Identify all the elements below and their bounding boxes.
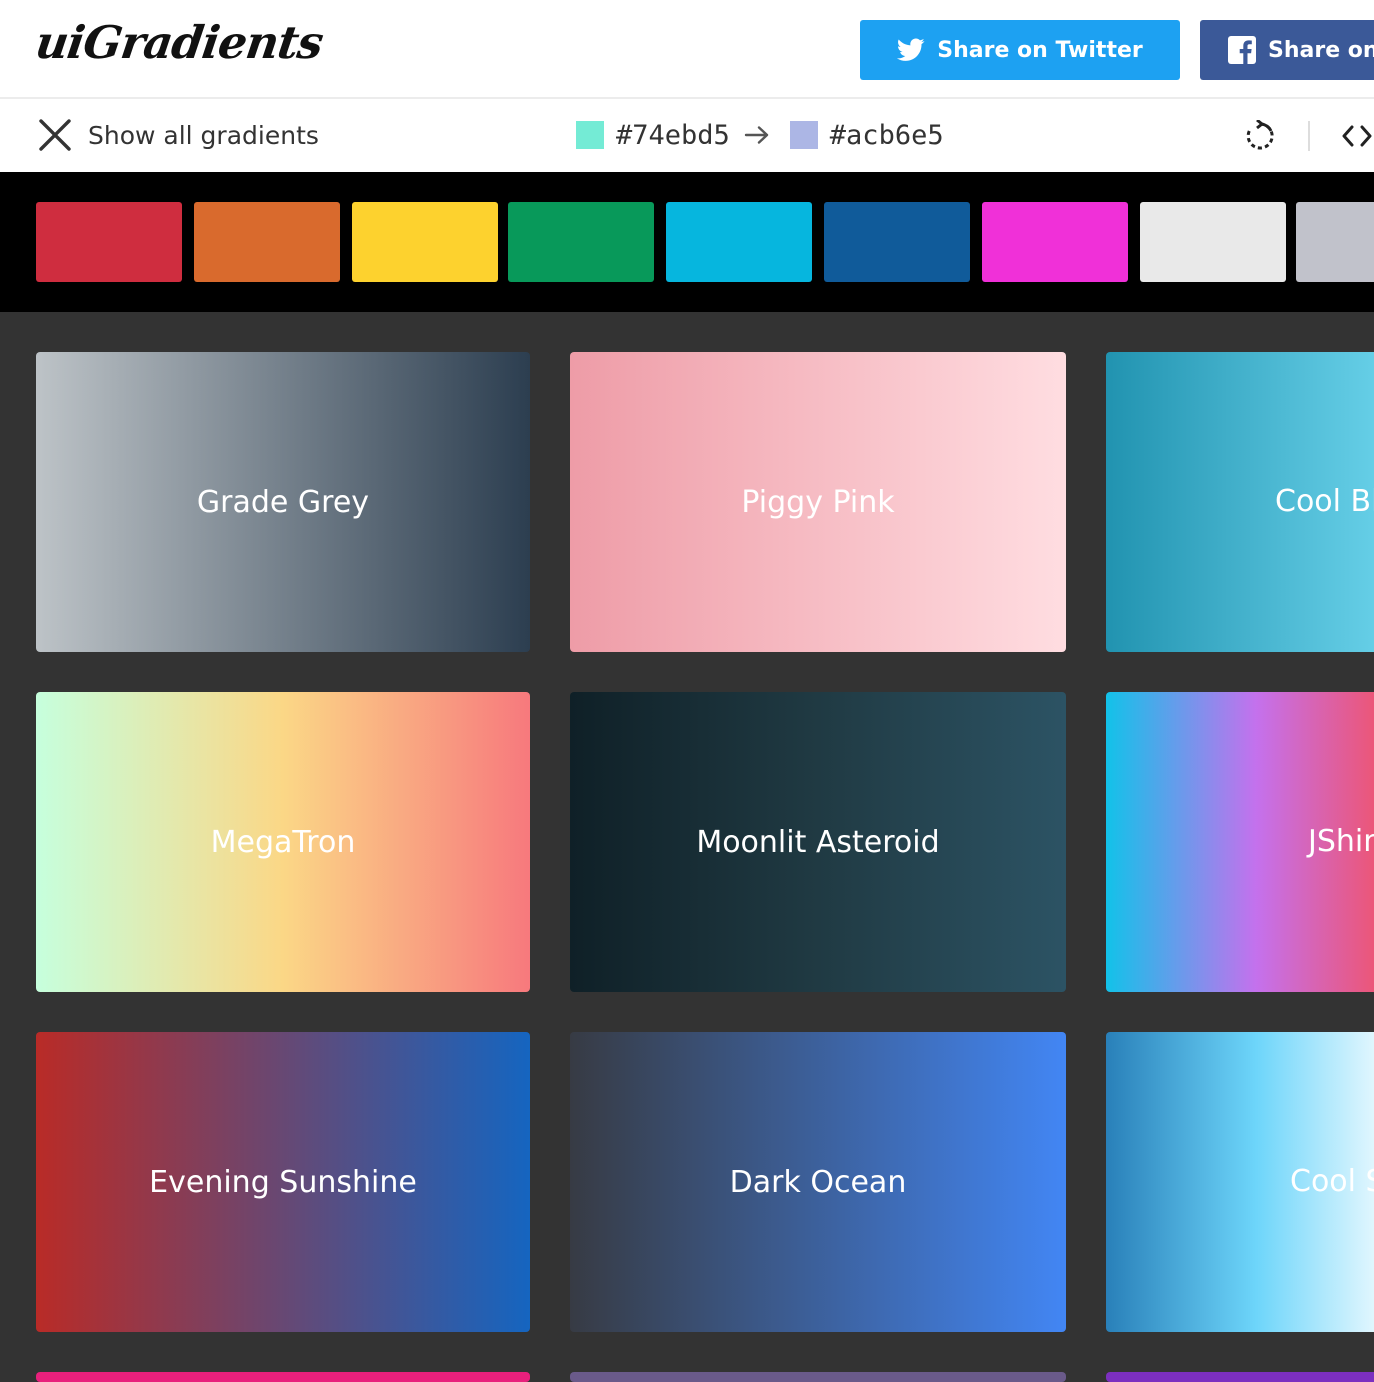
gradient-card-partial[interactable] xyxy=(570,1372,1066,1382)
gradient-card[interactable]: JShine xyxy=(1106,692,1374,992)
to-color-swatch xyxy=(789,121,818,149)
share-twitter-button[interactable]: Share on Twitter xyxy=(860,20,1180,80)
get-css-button[interactable] xyxy=(1340,122,1374,150)
gradient-card[interactable]: Cool Sky xyxy=(1106,1032,1374,1332)
gradient-card[interactable]: Dark Ocean xyxy=(570,1032,1066,1332)
gradient-card-partial[interactable] xyxy=(36,1372,530,1382)
close-x-icon xyxy=(38,118,72,152)
rotate-icon xyxy=(1244,118,1276,156)
gradient-name: JShine xyxy=(1308,824,1374,859)
color-filter-bar xyxy=(0,172,1374,312)
arrow-right-icon xyxy=(744,125,770,145)
gradient-card[interactable]: Cool Blues xyxy=(1106,352,1374,652)
share-facebook-button[interactable]: Share on Facebook xyxy=(1200,20,1374,80)
top-header: uiGradients Share on Twitter Share on Fa… xyxy=(0,0,1374,99)
gradient-name: Evening Sunshine xyxy=(149,1164,417,1200)
color-filter-swatch[interactable] xyxy=(508,202,654,282)
current-gradient-colors: #74ebd5 #acb6e5 xyxy=(576,117,944,153)
to-hex-code[interactable]: #acb6e5 xyxy=(830,120,944,151)
gradient-name: MegaTron xyxy=(210,824,356,860)
code-brackets-icon xyxy=(1340,125,1374,154)
gradient-name: Grade Grey xyxy=(196,484,370,520)
show-all-gradients-label: Show all gradients xyxy=(88,120,319,150)
color-filter-swatch[interactable] xyxy=(352,202,498,282)
gradient-card[interactable]: MegaTron xyxy=(36,692,530,992)
gradient-card[interactable]: Piggy Pink xyxy=(570,352,1066,652)
color-filter-swatch[interactable] xyxy=(36,202,182,282)
gradient-name: Piggy Pink xyxy=(741,484,895,520)
toolbar-divider xyxy=(1308,121,1310,151)
gradient-card[interactable]: Evening Sunshine xyxy=(36,1032,530,1332)
rotate-gradient-button[interactable] xyxy=(1244,118,1276,152)
color-filter-swatch[interactable] xyxy=(194,202,340,282)
share-facebook-label: Share on Facebook xyxy=(1268,37,1374,63)
logo[interactable]: uiGradients xyxy=(32,16,326,69)
color-filter-swatch[interactable] xyxy=(824,202,970,282)
color-filter-swatch[interactable] xyxy=(1140,202,1286,282)
facebook-f-icon xyxy=(1228,36,1256,64)
gradient-card-partial[interactable] xyxy=(1106,1372,1374,1382)
from-color-swatch xyxy=(576,121,604,149)
color-filter-swatch[interactable] xyxy=(982,202,1128,282)
color-filter-swatch[interactable] xyxy=(666,202,812,282)
gradient-name: Moonlit Asteroid xyxy=(696,824,940,860)
twitter-bird-icon xyxy=(897,38,925,62)
color-filter-swatch[interactable] xyxy=(1296,202,1374,282)
gradient-name: Cool Blues xyxy=(1275,484,1374,519)
display-bar: Show all gradients #74ebd5 #acb6e5 xyxy=(0,99,1374,172)
gradient-name: Dark Ocean xyxy=(729,1164,907,1200)
gradient-name: Cool Sky xyxy=(1290,1164,1374,1199)
gradient-card[interactable]: Grade Grey xyxy=(36,352,530,652)
from-hex-code[interactable]: #74ebd5 xyxy=(616,120,730,151)
show-all-gradients-button[interactable]: Show all gradients xyxy=(38,117,319,153)
share-twitter-label: Share on Twitter xyxy=(937,37,1143,63)
gradient-card[interactable]: Moonlit Asteroid xyxy=(570,692,1066,992)
